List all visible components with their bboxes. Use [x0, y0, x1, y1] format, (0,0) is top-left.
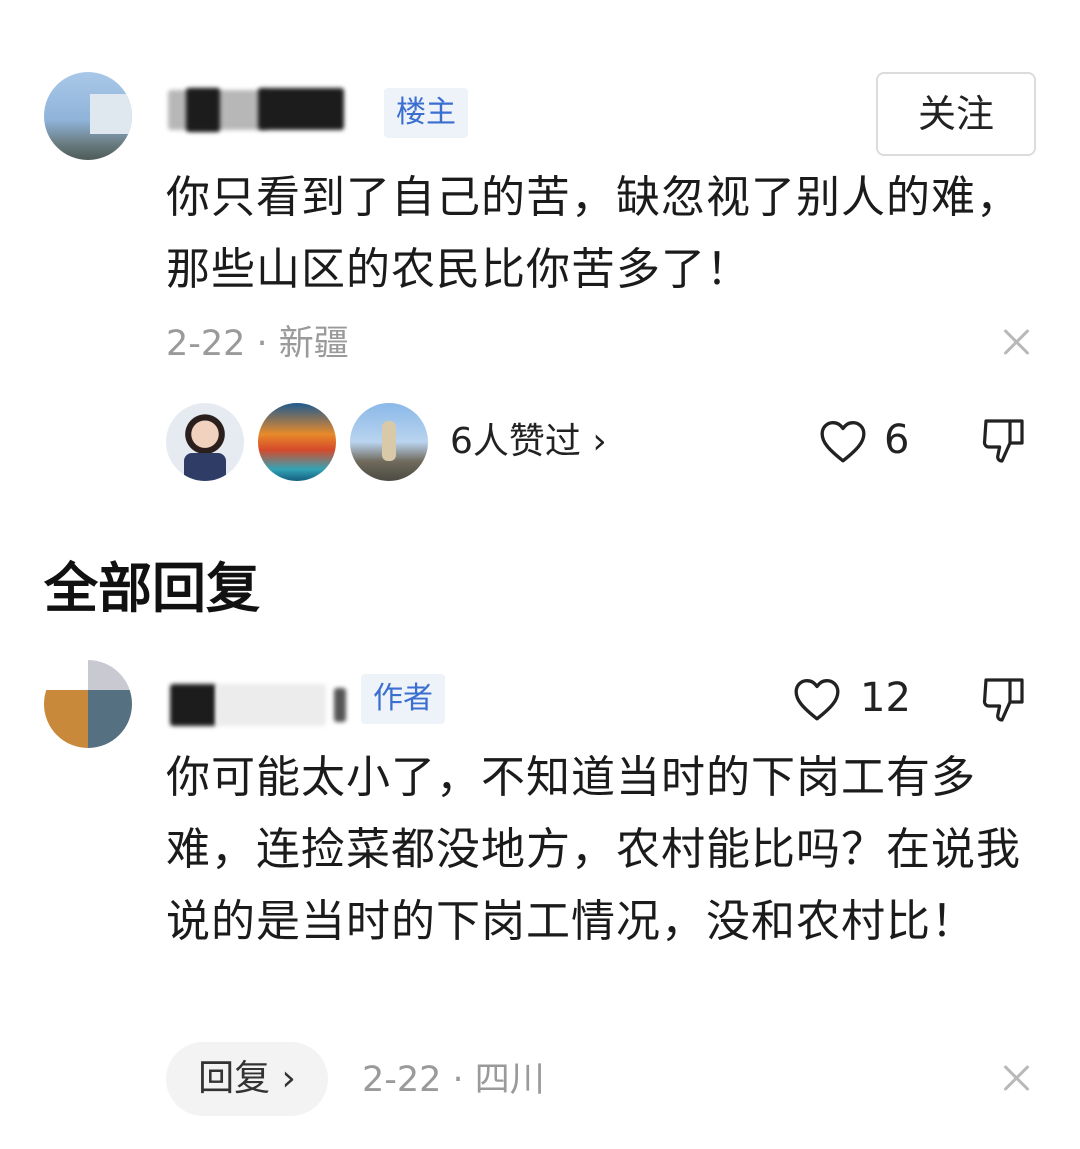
op-like-count: 6	[884, 417, 910, 463]
thumb-down-icon[interactable]	[980, 417, 1028, 467]
reply-badge: 作者	[361, 674, 445, 724]
liker-avatar[interactable]	[166, 403, 244, 481]
reply-meta: 2-22 · 四川	[362, 1060, 545, 1100]
op-badge: 楼主	[384, 88, 468, 138]
op-comment-meta: 2-22 · 新疆	[166, 324, 349, 364]
op-avatar[interactable]	[44, 72, 132, 160]
thumb-down-icon[interactable]	[980, 676, 1028, 726]
liker-avatar[interactable]	[350, 403, 428, 481]
section-title: 全部回复	[44, 557, 260, 620]
reply-like-count: 12	[860, 675, 911, 721]
liker-avatar[interactable]	[258, 403, 336, 481]
heart-outline-icon[interactable]	[792, 676, 842, 722]
heart-outline-icon[interactable]	[818, 418, 868, 464]
likers-link[interactable]: 6人赞过 ›	[450, 418, 607, 466]
reply-avatar[interactable]	[44, 660, 132, 748]
follow-button[interactable]: 关注	[876, 72, 1036, 156]
close-icon[interactable]	[1001, 327, 1031, 357]
reply-text: 你可能太小了，不知道当时的下岗工有多难，连捡菜都没地方，农村能比吗？在说我说的是…	[166, 752, 1021, 947]
op-comment-text: 你只看到了自己的苦，缺忽视了别人的难，那些山区的农民比你苦多了！	[166, 172, 1021, 295]
close-icon[interactable]	[1001, 1063, 1031, 1093]
reply-button[interactable]: 回复 ›	[166, 1042, 328, 1116]
